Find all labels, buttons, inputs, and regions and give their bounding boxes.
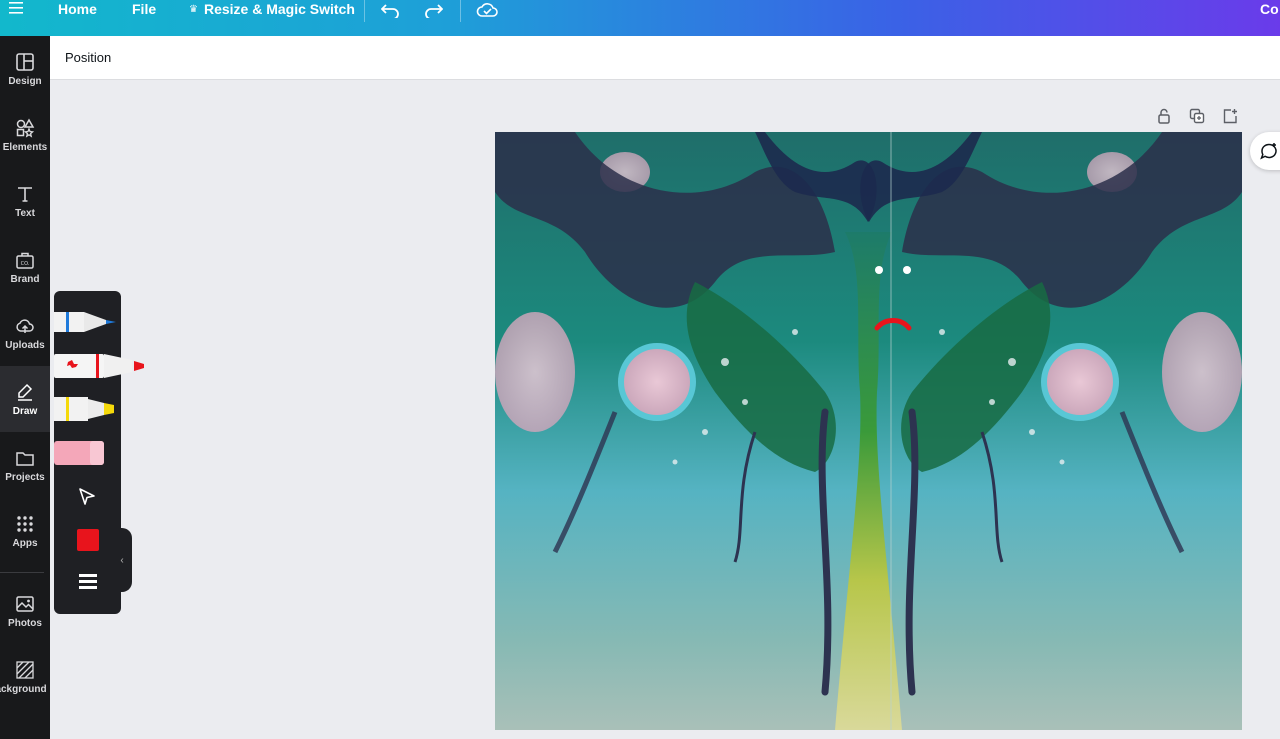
svg-text:CO.: CO. [21,261,30,267]
topbar-divider-2 [460,0,461,22]
cloud-upload-icon [16,318,34,333]
add-page-icon[interactable] [1220,106,1239,125]
color-picker-swatch[interactable] [77,529,99,551]
sidebar-item-brand[interactable]: CO. Brand [0,234,50,300]
eraser-tool[interactable] [54,437,154,471]
text-icon [18,186,32,202]
undo-icon[interactable] [380,0,402,20]
hamburger-menu-icon[interactable] [8,0,28,20]
design-canvas[interactable] [495,132,1242,730]
top-bar: Home File ♛ Resize & Magic Switch Co [0,0,1280,36]
context-toolbar: Position [50,36,1280,80]
sidebar-label: ackground [0,683,47,695]
sidebar-label: Projects [5,471,45,483]
sidebar-item-apps[interactable]: Apps [0,498,50,564]
folder-icon [16,451,34,466]
sidebar-label: Brand [10,273,40,285]
redo-icon[interactable] [422,0,444,20]
topbar-divider [364,0,365,22]
sidebar-item-background[interactable]: ackground [0,644,50,710]
collapse-panel-chevron-icon[interactable]: ‹ [112,528,132,592]
copy-button[interactable]: Co [1260,1,1279,17]
left-sidebar: Design Elements Text CO. Brand Uploads D… [0,36,50,739]
sidebar-item-photos[interactable]: Photos [0,578,50,644]
sidebar-label: Draw [12,405,38,417]
sidebar-label: Design [8,75,42,87]
select-arrow-icon[interactable] [77,487,99,509]
sidebar-item-projects[interactable]: Projects [0,432,50,498]
cloud-save-icon[interactable] [476,0,498,20]
home-button[interactable]: Home [58,1,97,17]
lock-icon[interactable] [1154,106,1173,125]
crown-icon: ♛ [189,3,198,15]
sidebar-item-uploads[interactable]: Uploads [0,300,50,366]
resize-magic-switch-button[interactable]: ♛ Resize & Magic Switch [189,1,355,17]
pen-tool[interactable] [54,306,154,340]
sidebar-item-text[interactable]: Text [0,168,50,234]
grid-icon [17,515,33,532]
page-actions [1154,106,1239,125]
sidebar-label: Text [15,207,35,219]
sidebar-label: Apps [12,537,38,549]
background-pattern-icon [16,660,34,679]
add-comment-button[interactable] [1250,132,1280,170]
sidebar-label: Uploads [5,339,45,351]
highlighter-tool[interactable] [54,393,154,427]
sidebar-item-draw[interactable]: Draw [0,366,50,432]
image-icon [16,595,34,612]
marker-tool[interactable] [54,350,154,384]
sidebar-label: Photos [8,617,42,629]
pen-icon [18,383,33,401]
comment-icon [1260,143,1277,160]
layout-icon [16,52,34,71]
resize-label: Resize & Magic Switch [203,1,355,17]
brand-kit-icon: CO. [16,252,34,269]
abstract-artwork-image [495,132,1242,730]
stroke-thickness-icon[interactable] [79,574,97,590]
sidebar-separator [0,572,44,573]
sidebar-label: Elements [2,141,48,153]
shapes-icon [16,117,35,138]
sidebar-item-design[interactable]: Design [0,36,50,102]
file-menu-button[interactable]: File [132,1,156,17]
position-button[interactable]: Position [65,50,111,65]
duplicate-page-icon[interactable] [1187,106,1206,125]
sidebar-item-elements[interactable]: Elements [0,102,50,168]
